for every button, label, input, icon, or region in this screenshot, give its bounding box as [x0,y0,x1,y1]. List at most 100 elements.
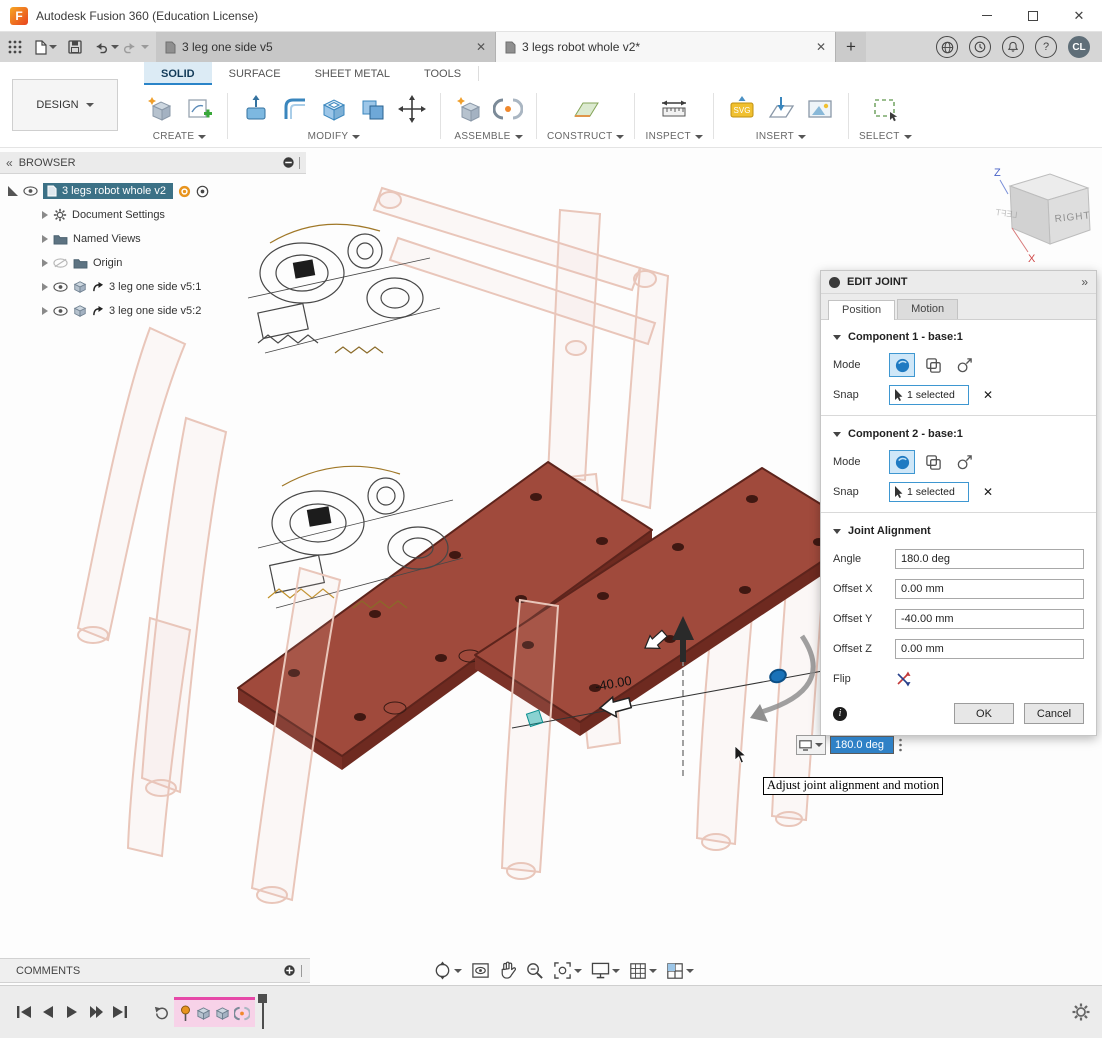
joint-feature-icon[interactable] [234,1006,250,1021]
new-component-button[interactable] [451,90,487,128]
tab-solid[interactable]: SOLID [144,62,212,85]
document-tab-inactive[interactable]: 3 leg one side v5 ✕ [156,32,496,62]
new-tab-button[interactable]: + [836,32,866,62]
profile-avatar[interactable]: CL [1068,36,1090,58]
section-component1[interactable]: Component 1 - base:1 [833,324,1084,350]
tab-position[interactable]: Position [828,300,895,320]
browser-item-named-views[interactable]: Named Views [0,227,306,251]
construct-plane-button[interactable] [568,90,604,128]
drag-dots-icon[interactable] [898,738,903,752]
collapse-circle-icon[interactable] [282,156,295,169]
mode-between-faces-button[interactable] [920,353,946,377]
viewports-button[interactable] [663,962,697,980]
mode-simple-button[interactable] [889,450,915,474]
web-button[interactable] [936,36,958,58]
timeline-settings-button[interactable] [1072,1003,1090,1021]
mode-simple-button[interactable] [889,353,915,377]
workspace-selector[interactable]: DESIGN [12,79,118,131]
construct-group-label[interactable]: CONSTRUCT [547,131,624,146]
viewcube[interactable]: Z LEFT RIGHT X [984,160,1096,268]
mode-offset-button[interactable] [951,353,977,377]
manipulator-display-toggle[interactable] [796,735,826,755]
timeline-step-back-button[interactable] [36,1000,60,1024]
select-button[interactable] [867,90,903,128]
maximize-button[interactable] [1010,0,1056,31]
visibility-eye-icon[interactable] [23,186,38,196]
root-document-chip[interactable]: 3 legs robot whole v2 [43,183,173,199]
decal-button[interactable] [802,90,838,128]
panel-resize-handle[interactable] [301,965,302,977]
visibility-eye-icon[interactable] [53,306,68,316]
help-button[interactable]: ? [1035,36,1057,58]
expand-arrow-icon[interactable] [42,235,48,243]
timeline-go-start-button[interactable] [12,1000,36,1024]
flip-icon[interactable] [895,671,911,687]
tab-close-icon[interactable]: ✕ [816,40,826,54]
tab-close-icon[interactable]: ✕ [476,40,486,54]
component-feature-icon[interactable] [196,1006,211,1021]
section-joint-alignment[interactable]: Joint Alignment [833,518,1084,544]
browser-header[interactable]: « BROWSER [0,152,306,174]
cancel-button[interactable]: Cancel [1024,703,1084,724]
joint-button[interactable] [490,90,526,128]
modify-group-label[interactable]: MODIFY [308,131,361,146]
create-group-label[interactable]: CREATE [153,131,207,146]
insert-svg-button[interactable]: SVG [724,90,760,128]
visibility-eye-icon[interactable] [53,282,68,292]
comments-bar[interactable]: COMMENTS [0,958,310,983]
component-feature-icon[interactable] [215,1006,230,1021]
zoom-button[interactable] [522,961,547,980]
measure-button[interactable] [656,90,692,128]
insert-group-label[interactable]: INSERT [756,131,806,146]
create-sketch-button[interactable] [181,90,217,128]
clear-selection-button[interactable]: ✕ [983,485,993,499]
expand-arrow-icon[interactable] [42,211,48,219]
angle-input[interactable] [895,549,1084,569]
info-icon[interactable]: i [833,707,847,721]
browser-root-row[interactable]: 3 legs robot whole v2 [0,179,306,203]
dialog-expand-icon[interactable]: » [1081,275,1088,289]
component2-snap-selection[interactable]: 1 selected [889,482,969,502]
tab-surface[interactable]: SURFACE [212,62,298,85]
grid-settings-button[interactable] [626,962,660,980]
minimize-button[interactable] [964,0,1010,31]
offset-x-input[interactable] [895,579,1084,599]
browser-item-component-1[interactable]: 3 leg one side v5:1 [0,275,306,299]
create-form-button[interactable] [142,90,178,128]
inspect-group-label[interactable]: INSPECT [645,131,702,146]
dialog-header[interactable]: EDIT JOINT » [821,271,1096,294]
redo-button[interactable] [120,32,150,62]
section-component2[interactable]: Component 2 - base:1 [833,421,1084,447]
browser-item-component-2[interactable]: 3 leg one side v5:2 [0,299,306,323]
save-button[interactable] [60,32,90,62]
browser-item-document-settings[interactable]: Document Settings [0,203,306,227]
select-group-label[interactable]: SELECT [859,131,912,146]
expand-arrow-icon[interactable] [42,307,48,315]
file-menu-button[interactable] [30,32,60,62]
document-tab-active[interactable]: 3 legs robot whole v2* ✕ [496,32,836,62]
pan-button[interactable] [496,961,519,980]
timeline-position-marker[interactable] [255,997,267,1027]
add-comment-icon[interactable] [283,964,296,977]
collapse-chevrons-icon[interactable]: « [6,156,13,170]
press-pull-button[interactable] [238,90,274,128]
app-grid-button[interactable] [0,32,30,62]
activate-target-icon[interactable] [196,185,209,198]
tab-tools[interactable]: TOOLS [407,62,478,85]
shell-button[interactable] [316,90,352,128]
offset-y-input[interactable] [895,609,1084,629]
timeline-go-end-button[interactable] [108,1000,132,1024]
job-status-button[interactable] [969,36,991,58]
offset-z-input[interactable] [895,639,1084,659]
component1-snap-selection[interactable]: 1 selected [889,385,969,405]
undo-button[interactable] [90,32,120,62]
expand-arrow-icon[interactable] [42,283,48,291]
joint-origin-pin-icon[interactable] [179,1005,192,1022]
clear-selection-button[interactable]: ✕ [983,388,993,402]
tab-sheet-metal[interactable]: SHEET METAL [298,62,407,85]
panel-resize-handle[interactable] [299,157,300,169]
timeline-track[interactable] [148,995,267,1029]
timeline-step-forward-button[interactable] [84,1000,108,1024]
ok-button[interactable]: OK [954,703,1014,724]
look-at-button[interactable] [468,961,493,980]
